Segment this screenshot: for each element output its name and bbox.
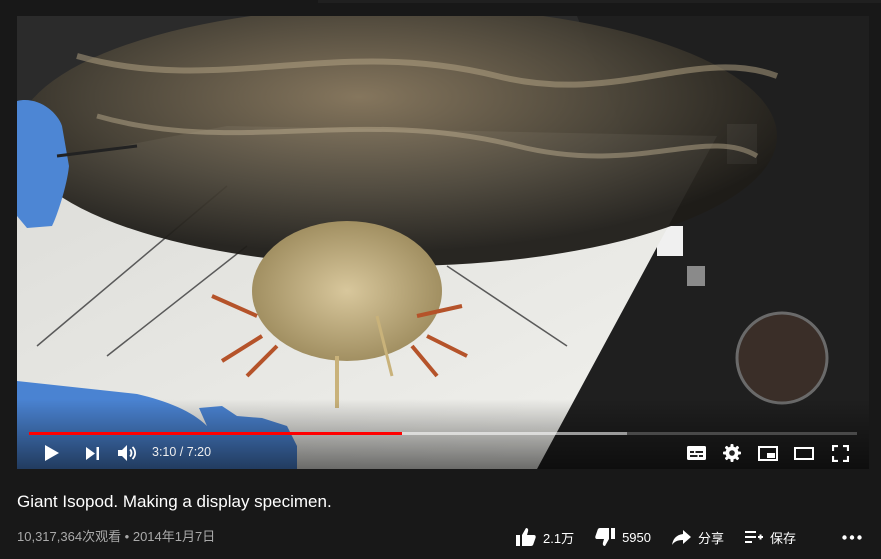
video-player[interactable]: 3:10 / 7:20 xyxy=(17,16,869,469)
share-label: 分享 xyxy=(698,530,725,546)
volume-button[interactable] xyxy=(115,442,141,464)
progress-bar[interactable] xyxy=(29,432,857,435)
next-button[interactable] xyxy=(80,442,106,464)
subtitles-icon xyxy=(686,446,706,460)
masthead-edge xyxy=(0,0,881,16)
next-icon xyxy=(86,446,99,460)
settings-icon xyxy=(723,444,741,462)
dislike-button[interactable]: 5950 xyxy=(595,528,651,546)
dislike-count: 5950 xyxy=(622,529,651,545)
view-count-date: 10,317,364次观看 • 2014年1月7日 xyxy=(17,529,216,544)
like-button[interactable]: 2.1万 xyxy=(516,528,574,547)
miniplayer-button[interactable] xyxy=(755,442,781,464)
progress-played xyxy=(29,432,402,435)
time-display: 3:10 / 7:20 xyxy=(152,445,212,459)
save-playlist-icon xyxy=(745,531,764,543)
volume-icon xyxy=(118,445,137,461)
fullscreen-icon xyxy=(831,444,849,462)
video-actions: 2.1万 5950 分享 保存 xyxy=(516,526,817,548)
thumbs-up-icon xyxy=(516,528,536,546)
save-button[interactable]: 保存 xyxy=(745,528,796,547)
more-icon xyxy=(842,534,862,540)
masthead-strip xyxy=(318,0,881,3)
share-button[interactable]: 分享 xyxy=(672,528,724,547)
settings-button[interactable] xyxy=(719,442,745,464)
theater-mode-button[interactable] xyxy=(791,442,817,464)
thumbs-down-icon xyxy=(595,528,616,546)
save-label: 保存 xyxy=(770,530,797,546)
video-title: Giant Isopod. Making a display specimen. xyxy=(17,492,332,511)
fullscreen-button[interactable] xyxy=(827,442,853,464)
play-icon xyxy=(45,445,59,461)
theater-icon xyxy=(794,446,814,460)
miniplayer-icon xyxy=(758,445,778,461)
subtitles-button[interactable] xyxy=(683,442,709,464)
like-count: 2.1万 xyxy=(543,530,575,546)
play-button[interactable] xyxy=(39,442,65,464)
more-actions-button[interactable] xyxy=(840,527,864,547)
share-icon xyxy=(672,529,691,545)
